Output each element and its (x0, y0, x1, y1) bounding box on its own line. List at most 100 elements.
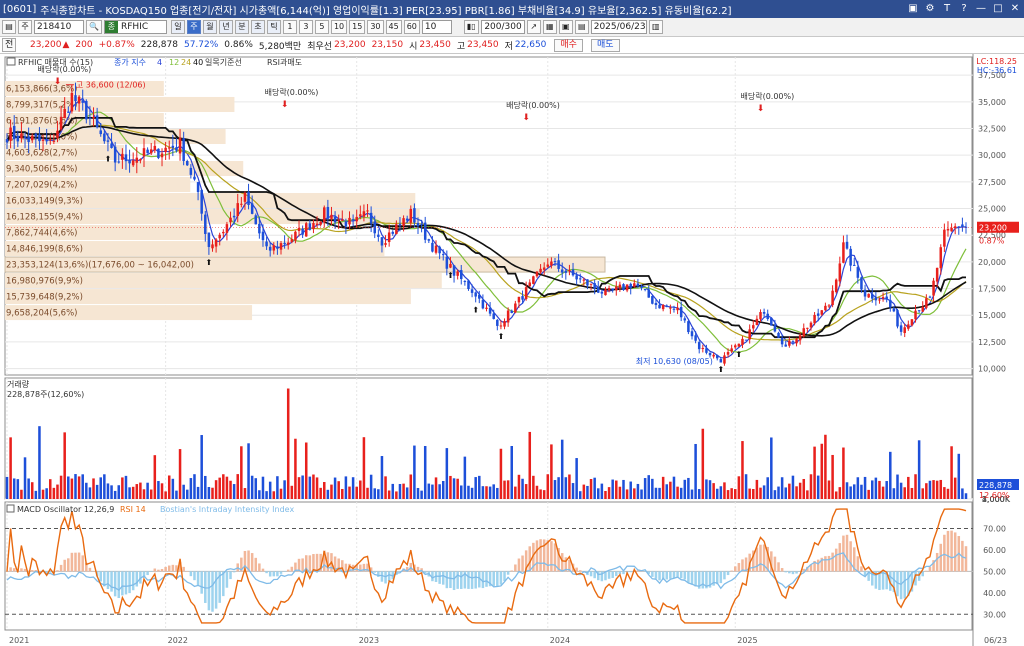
macd-histogram-bar (946, 530, 950, 572)
candle-body (135, 157, 139, 163)
candle-body (52, 140, 56, 142)
volume-bar (604, 490, 607, 499)
volume-bar (658, 487, 661, 499)
macd-histogram-bar (780, 568, 784, 572)
candle-body (907, 324, 910, 329)
candle-body (232, 215, 236, 218)
volume-bar (405, 487, 409, 499)
interval-3[interactable]: 3 (298, 20, 313, 34)
macd-histogram-bar (171, 564, 175, 572)
macd-histogram-bar (70, 552, 74, 572)
tab-tick[interactable]: 틱 (266, 20, 281, 34)
candle-body (708, 352, 712, 356)
interval-10[interactable]: 10 (330, 20, 348, 34)
candle-body (398, 223, 402, 225)
candle-body (9, 127, 12, 141)
volume-bar (431, 484, 434, 499)
volume-bar (74, 474, 77, 499)
close-button[interactable]: ✕ (1008, 1, 1022, 16)
help-icon[interactable]: ? (957, 1, 971, 16)
volume-bar (813, 446, 816, 499)
count-input[interactable]: 200/300 (480, 20, 525, 34)
macd-histogram-bar (250, 553, 254, 572)
volume-bar (925, 483, 928, 499)
calendar-icon[interactable]: ▤ (574, 20, 589, 34)
volume-bar (524, 484, 528, 499)
macd-histogram-bar (456, 571, 459, 589)
candle-body (568, 269, 571, 272)
macd-histogram-bar (521, 555, 524, 572)
volume-bar (95, 484, 99, 499)
macd-histogram-bar (225, 571, 229, 588)
interval-60[interactable]: 60 (403, 20, 420, 34)
macd-histogram-bar (380, 571, 384, 582)
macd-histogram-bar (124, 571, 128, 595)
interval-select[interactable]: 10 (421, 20, 452, 34)
chart-line-icon[interactable]: ↗ (526, 20, 541, 34)
chart-area[interactable]: 37,50035,00032,50030,00027,50025,00022,5… (0, 54, 1024, 646)
volume-bar (20, 489, 23, 499)
minimize-button[interactable]: — (974, 1, 988, 16)
calendar-pick-icon[interactable]: ▥ (648, 20, 663, 34)
tab-year[interactable]: 년 (218, 20, 233, 34)
layout-icon[interactable]: ▣ (906, 1, 920, 16)
macd-histogram-bar (131, 571, 135, 591)
buy-button[interactable]: 매수 (554, 38, 583, 52)
volume-bar (845, 482, 849, 499)
current-price-label: 23,200 (979, 224, 1007, 233)
volume-bar (283, 480, 286, 499)
code-type-select[interactable]: 주 (18, 20, 32, 34)
volume-bar (452, 478, 456, 499)
volume-bar (142, 489, 146, 499)
candle-body (914, 310, 917, 320)
sell-button[interactable]: 매도 (590, 38, 620, 52)
candle-body (355, 216, 358, 222)
candle-body (816, 313, 820, 316)
macd-histogram-bar (99, 571, 102, 582)
tab-second[interactable]: 초 (250, 20, 265, 34)
candle-body (842, 242, 845, 263)
settings-icon[interactable]: ⚙ (923, 1, 937, 16)
maximize-button[interactable]: □ (991, 1, 1005, 16)
candle-body (917, 310, 921, 312)
interval-5[interactable]: 5 (314, 20, 329, 34)
interval-30[interactable]: 30 (367, 20, 384, 34)
menu-icon[interactable]: ▤ (2, 20, 16, 34)
volume-bar (492, 484, 495, 499)
stock-name-field[interactable]: 종 RFHIC (103, 20, 167, 34)
candle-body (874, 297, 878, 301)
candle-body (773, 325, 777, 332)
search-icon[interactable]: 🔍 (86, 20, 102, 34)
macd-histogram-bar (63, 559, 66, 572)
stock-code-input[interactable]: 218410 (34, 20, 84, 34)
volume-bar (730, 488, 733, 499)
volume-bar (672, 476, 676, 499)
prev-button[interactable]: 전 (2, 38, 17, 52)
volume-profile-label: 16,128,155(9,4%) (6, 213, 83, 223)
ma-period-label: 12 (169, 58, 179, 67)
tab-day[interactable]: 일 (170, 20, 185, 34)
tab-week[interactable]: 주 (186, 20, 201, 34)
macd-histogram-bar (514, 564, 517, 572)
interval-45[interactable]: 45 (385, 20, 402, 34)
tab-minute[interactable]: 분 (234, 20, 249, 34)
grid-icon[interactable]: ▦ (542, 20, 557, 34)
price-tick-label: 10,000 (978, 365, 1006, 374)
interval-15[interactable]: 15 (349, 20, 366, 34)
candle-body (88, 117, 92, 119)
volume-bar (395, 491, 398, 499)
text-icon[interactable]: T (940, 1, 954, 16)
volume-bar (236, 474, 239, 499)
rsi-oversold-marker: ⬆ (498, 332, 505, 341)
interval-1[interactable]: 1 (282, 20, 297, 34)
candle-body (286, 242, 290, 245)
volume-bar (326, 489, 330, 499)
tab-month[interactable]: 월 (202, 20, 217, 34)
macd-histogram-bar (816, 559, 820, 572)
date-input[interactable]: 2025/06/23 (590, 20, 647, 34)
chart-type-icon[interactable]: ▮▯ (463, 20, 479, 34)
bii-legend-label: Bostian's Intraday Intensity Index (160, 505, 294, 514)
volume-bar (744, 474, 748, 499)
candle-body (20, 133, 23, 139)
save-icon[interactable]: ▣ (558, 20, 573, 34)
